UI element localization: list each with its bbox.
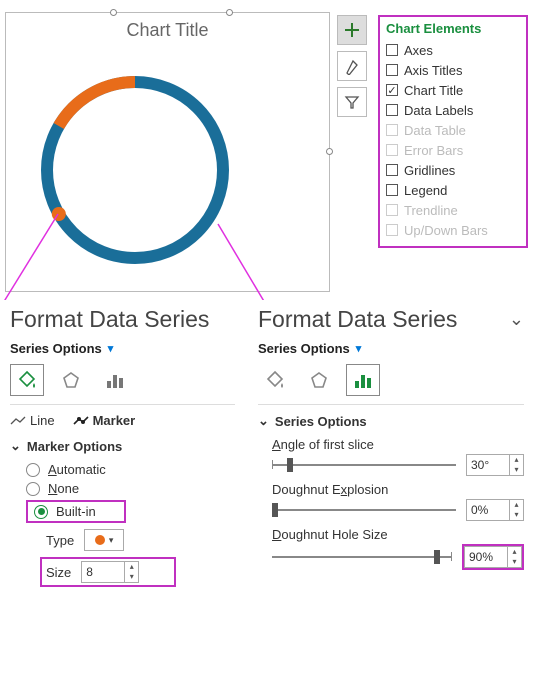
- angle-input[interactable]: 30° ▴▾: [466, 454, 524, 476]
- pane-title: Format Data Series: [10, 306, 235, 333]
- flyout-item-label: Up/Down Bars: [404, 223, 488, 238]
- doughnut-chart[interactable]: [35, 70, 235, 270]
- flyout-item-label: Axes: [404, 43, 433, 58]
- chart-filter-button[interactable]: [337, 87, 367, 117]
- explosion-slider[interactable]: [272, 501, 456, 519]
- flyout-item[interactable]: Legend: [386, 180, 520, 200]
- checkbox-icon: [386, 144, 398, 156]
- chevron-down-icon: ▾: [108, 342, 114, 355]
- checkbox-icon: ✓: [386, 84, 398, 96]
- selection-handle[interactable]: [326, 148, 333, 155]
- line-marker-tabs: Line Marker: [10, 413, 235, 428]
- marker-type-dropdown[interactable]: ▾: [84, 529, 124, 551]
- fill-line-tab[interactable]: [258, 364, 292, 396]
- chart-styles-button[interactable]: [337, 51, 367, 81]
- format-pane-marker: Format Data Series Series Options ▾ Line…: [0, 300, 245, 680]
- flyout-item[interactable]: Axes: [386, 40, 520, 60]
- effects-tab[interactable]: [54, 364, 88, 396]
- radio-icon: [26, 463, 40, 477]
- series-options-section[interactable]: ⌄ Series Options: [258, 413, 524, 429]
- flyout-item-label: Legend: [404, 183, 447, 198]
- marker-type-field: Type ▾: [46, 529, 235, 551]
- pane-title: Format Data Series ⌄: [258, 306, 524, 333]
- series-options-dropdown[interactable]: Series Options ▾: [258, 341, 524, 356]
- fill-line-tab[interactable]: [10, 364, 44, 396]
- data-point-marker[interactable]: [52, 207, 66, 221]
- flyout-item-label: Chart Title: [404, 83, 463, 98]
- format-pane-series: Format Data Series ⌄ Series Options ▾ ⌄ …: [248, 300, 534, 680]
- marker-options-section[interactable]: ⌄ Marker Options: [10, 438, 235, 454]
- flyout-item[interactable]: Gridlines: [386, 160, 520, 180]
- chart-canvas: Chart Title: [0, 0, 335, 300]
- hole-label: Doughnut Hole Size: [272, 527, 524, 542]
- flyout-item[interactable]: Data Labels: [386, 100, 520, 120]
- tab-line[interactable]: Line: [10, 413, 55, 428]
- flyout-item-label: Trendline: [404, 203, 458, 218]
- radio-builtin[interactable]: Built-in: [26, 500, 126, 523]
- checkbox-icon: [386, 224, 398, 236]
- chart-title[interactable]: Chart Title: [0, 20, 335, 41]
- flyout-item[interactable]: Axis Titles: [386, 60, 520, 80]
- chart-elements-button[interactable]: [337, 15, 367, 45]
- radio-none[interactable]: None: [26, 481, 235, 496]
- series-options-dropdown[interactable]: Series Options ▾: [10, 341, 235, 356]
- explosion-input[interactable]: 0% ▴▾: [466, 499, 524, 521]
- tab-marker[interactable]: Marker: [73, 413, 136, 428]
- angle-slider[interactable]: [272, 456, 456, 474]
- chevron-down-icon[interactable]: ⌄: [509, 309, 524, 330]
- selection-handle[interactable]: [110, 9, 117, 16]
- pane-category-tabs: [10, 364, 235, 396]
- chevron-down-icon: ▾: [356, 342, 362, 355]
- flyout-item: Up/Down Bars: [386, 220, 520, 240]
- flyout-title: Chart Elements: [386, 21, 520, 36]
- chart-elements-flyout: Chart Elements Axes Axis Titles ✓ Chart Tit…: [378, 15, 528, 248]
- chart-side-toolbar: [337, 15, 367, 117]
- flyout-item: Error Bars: [386, 140, 520, 160]
- marker-size-field: Size 8 ▴▾: [40, 557, 176, 587]
- chevron-down-icon: ⌄: [10, 438, 21, 454]
- series-options-tab[interactable]: [346, 364, 380, 396]
- effects-tab[interactable]: [302, 364, 336, 396]
- circle-marker-icon: [95, 535, 105, 545]
- field-label: Type: [46, 533, 74, 548]
- flyout-item-label: Gridlines: [404, 163, 455, 178]
- flyout-item-label: Error Bars: [404, 143, 463, 158]
- flyout-item: Data Table: [386, 120, 520, 140]
- explosion-label: Doughnut Explosion: [272, 482, 524, 497]
- checkbox-icon: [386, 204, 398, 216]
- checkbox-icon: [386, 124, 398, 136]
- hole-input[interactable]: 90% ▴▾: [464, 546, 522, 568]
- flyout-item[interactable]: ✓ Chart Title: [386, 80, 520, 100]
- selection-handle[interactable]: [226, 9, 233, 16]
- field-label: Size: [46, 565, 71, 580]
- flyout-item-label: Axis Titles: [404, 63, 463, 78]
- radio-icon: [26, 482, 40, 496]
- radio-icon: [34, 505, 48, 519]
- chevron-down-icon: ▾: [109, 535, 114, 546]
- flyout-item-label: Data Table: [404, 123, 466, 138]
- flyout-item: Trendline: [386, 200, 520, 220]
- pane-category-tabs: [258, 364, 524, 396]
- checkbox-icon: [386, 44, 398, 56]
- spinner-arrows[interactable]: ▴▾: [124, 562, 138, 582]
- marker-size-input[interactable]: 8 ▴▾: [81, 561, 139, 583]
- flyout-item-label: Data Labels: [404, 103, 473, 118]
- hole-slider[interactable]: [272, 548, 452, 566]
- chevron-down-icon: ⌄: [258, 413, 269, 429]
- checkbox-icon: [386, 64, 398, 76]
- checkbox-icon: [386, 164, 398, 176]
- radio-automatic[interactable]: Automatic: [26, 462, 235, 477]
- angle-label: Angle of first slice: [272, 437, 524, 452]
- checkbox-icon: [386, 184, 398, 196]
- series-options-tab[interactable]: [98, 364, 132, 396]
- checkbox-icon: [386, 104, 398, 116]
